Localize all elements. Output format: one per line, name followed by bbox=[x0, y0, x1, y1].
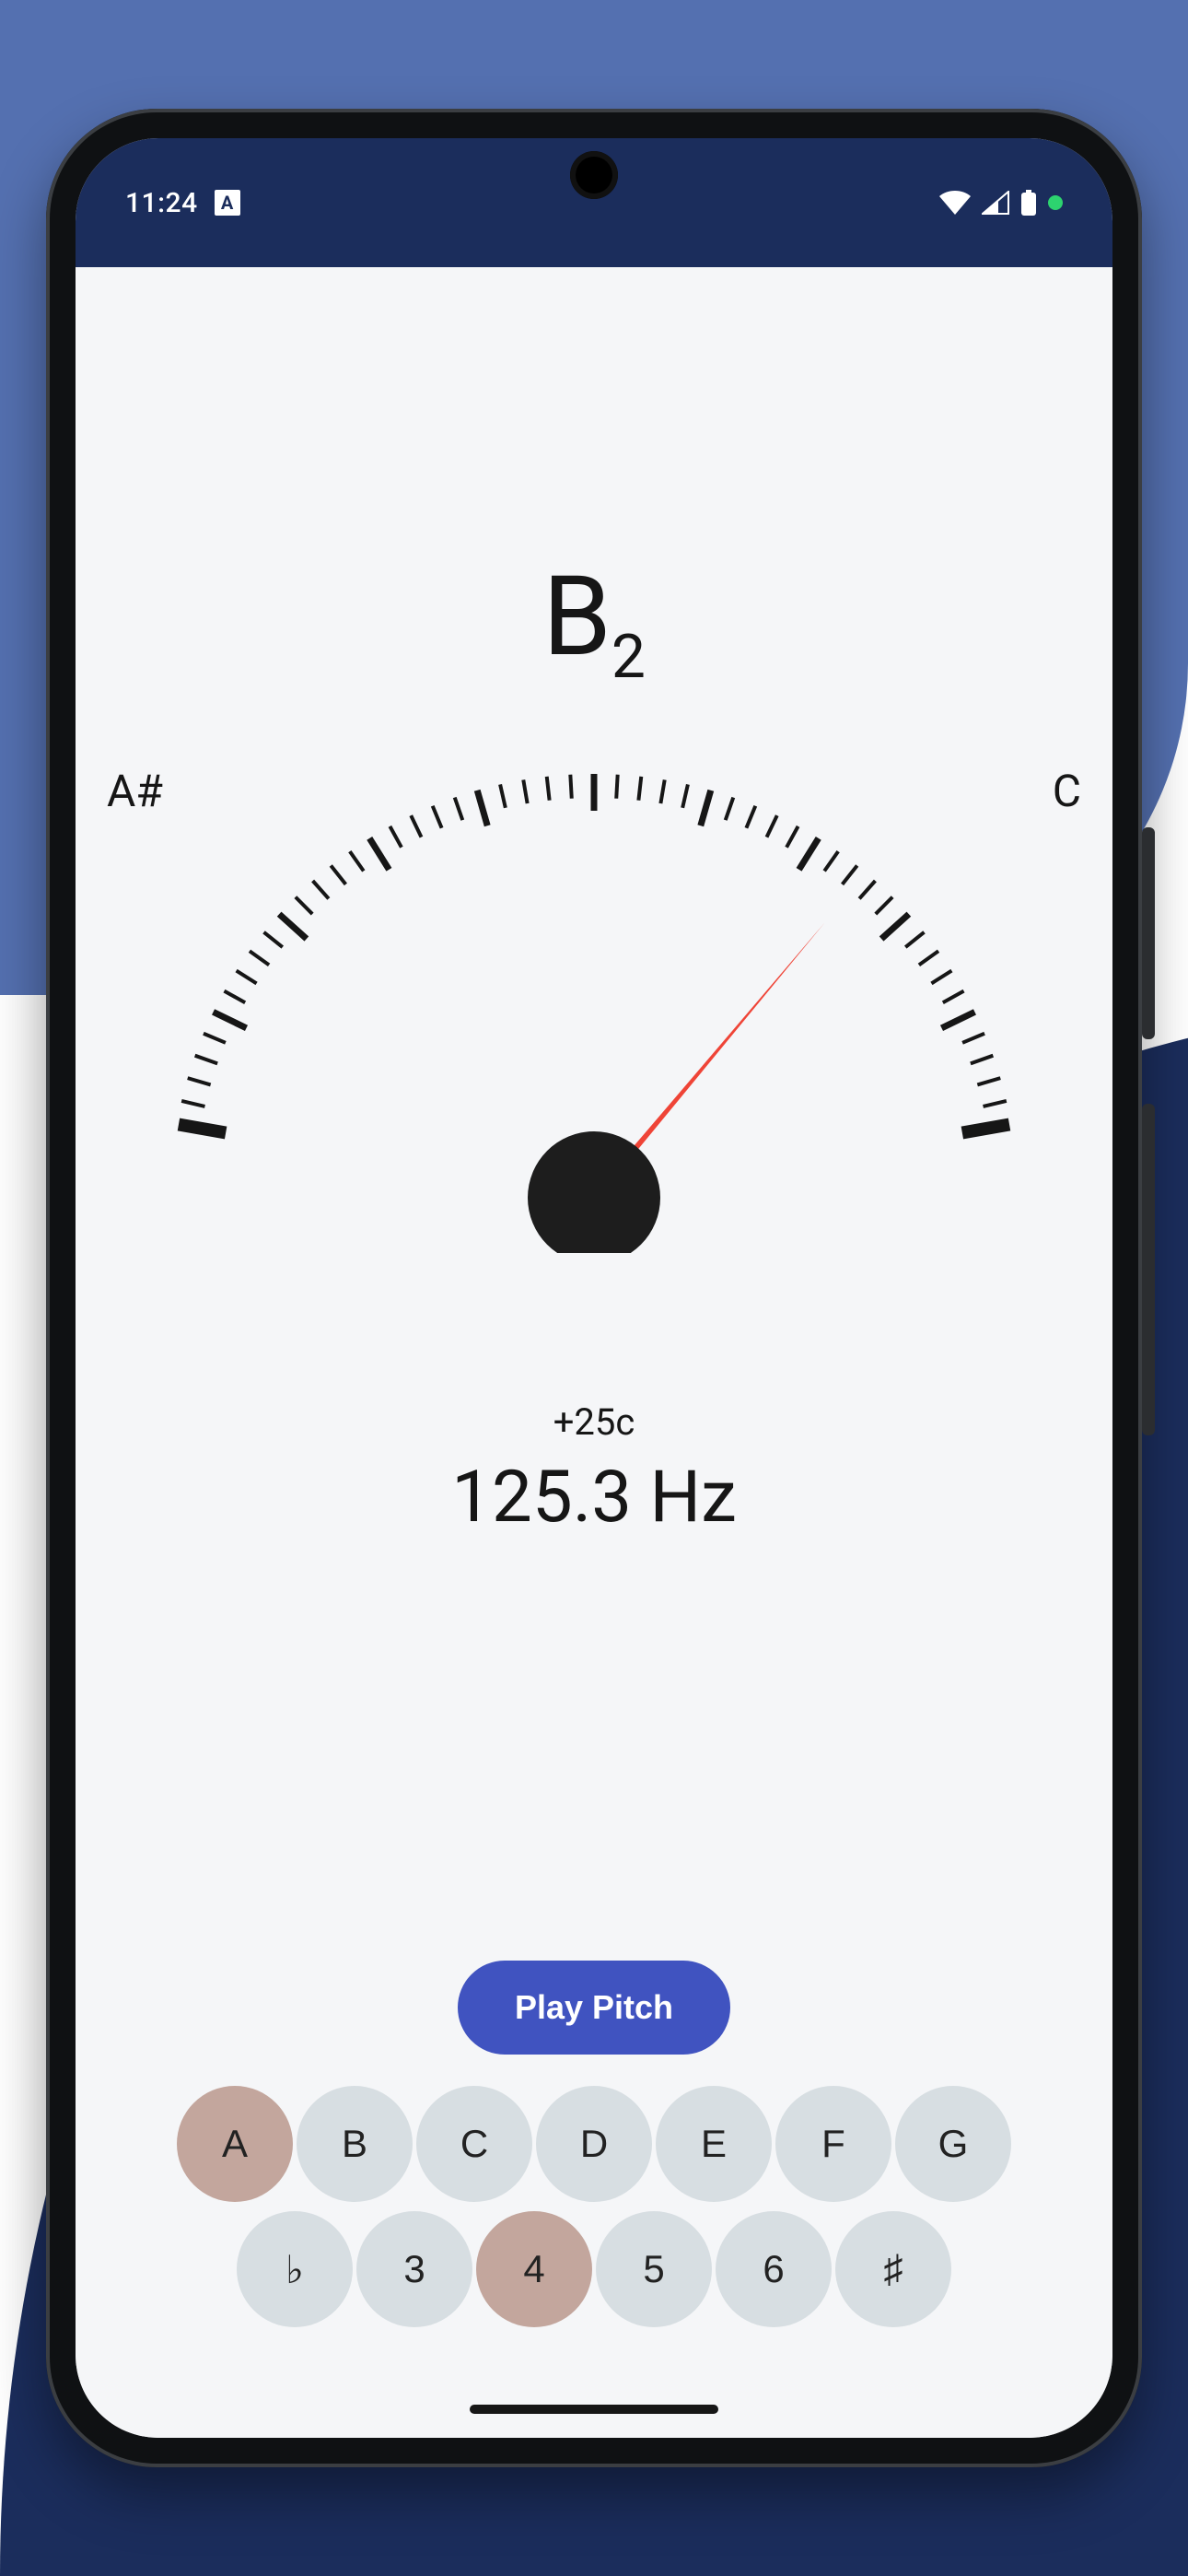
cents-readout: +25c bbox=[76, 1400, 1112, 1444]
wifi-icon bbox=[939, 191, 971, 215]
tuner-panel: B2 A# C +25c 125.3 Hz Play Pitch ABCDEFG… bbox=[76, 267, 1112, 2438]
play-pitch-button[interactable]: Play Pitch bbox=[458, 1961, 730, 2055]
status-time: 11:24 bbox=[125, 187, 198, 219]
mod-key-3[interactable]: 3 bbox=[356, 2211, 472, 2327]
frequency-readout: 125.3 Hz bbox=[76, 1456, 1112, 1540]
note-key-A[interactable]: A bbox=[177, 2086, 293, 2202]
mod-key-5[interactable]: 5 bbox=[596, 2211, 712, 2327]
cellular-icon bbox=[982, 191, 1009, 215]
keyboard-icon: A bbox=[215, 190, 240, 216]
android-nav-pill[interactable] bbox=[470, 2405, 718, 2414]
battery-icon bbox=[1020, 190, 1037, 216]
tuner-gauge bbox=[76, 700, 1112, 1253]
note-key-G[interactable]: G bbox=[895, 2086, 1011, 2202]
pitch-selector: ABCDEFG ♭3456♯ bbox=[177, 2086, 1011, 2327]
note-key-C[interactable]: C bbox=[416, 2086, 532, 2202]
mod-key-♭[interactable]: ♭ bbox=[237, 2211, 353, 2327]
note-key-B[interactable]: B bbox=[297, 2086, 413, 2202]
phone-frame: 11:24 A B2 A# C bbox=[46, 109, 1142, 2467]
controls-panel: Play Pitch ABCDEFG ♭3456♯ bbox=[76, 1961, 1112, 2327]
phone-screen: 11:24 A B2 A# C bbox=[76, 138, 1112, 2438]
mod-key-4[interactable]: 4 bbox=[476, 2211, 592, 2327]
phone-camera-cutout bbox=[570, 151, 618, 199]
target-note-label: B2 bbox=[76, 553, 1112, 693]
note-key-F[interactable]: F bbox=[775, 2086, 891, 2202]
mod-key-♯[interactable]: ♯ bbox=[835, 2211, 951, 2327]
note-key-D[interactable]: D bbox=[536, 2086, 652, 2202]
phone-side-button bbox=[1142, 1104, 1155, 1435]
target-note-octave: 2 bbox=[611, 622, 646, 693]
note-key-row: ABCDEFG bbox=[177, 2086, 1011, 2202]
phone-side-button bbox=[1142, 827, 1155, 1039]
target-note-name: B bbox=[542, 553, 611, 682]
note-key-E[interactable]: E bbox=[656, 2086, 772, 2202]
mod-key-6[interactable]: 6 bbox=[716, 2211, 832, 2327]
camera-active-dot-icon bbox=[1048, 195, 1063, 210]
modifier-key-row: ♭3456♯ bbox=[237, 2211, 951, 2327]
